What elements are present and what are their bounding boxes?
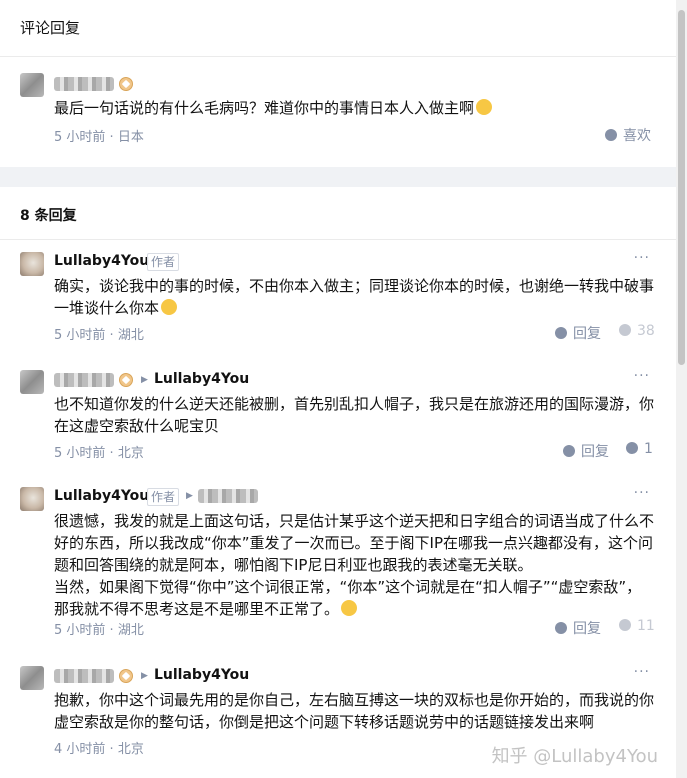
like-button[interactable]: 喜欢 [605, 125, 651, 145]
reply-button[interactable]: 回复 [563, 441, 609, 461]
heart-icon [619, 324, 631, 336]
more-icon[interactable]: ··· [634, 485, 650, 501]
comment-text: 确实，谈论我中的事的时候，不由你本入做主；同理谈论你本的时候，也谢绝一转我中破事… [54, 277, 655, 317]
comment-text: 最后一句话说的有什么毛病吗？难道你中的事情日本人入做主啊 [54, 97, 654, 119]
more-icon[interactable]: ··· [634, 250, 650, 266]
badge-icon [119, 77, 133, 91]
emoji-icon [341, 600, 358, 616]
badge-icon [119, 669, 133, 683]
reply-to-name[interactable]: Lullaby4You [154, 667, 249, 683]
comment-meta: 5 小时前 · 北京 [54, 446, 144, 461]
reply-icon [555, 327, 567, 339]
scrollbar[interactable] [676, 0, 687, 778]
reply-count: 8 条回复 [20, 208, 77, 224]
list-item: ▶ Lullaby4You ··· 也不知道你发的什么逆天还能被删，首先别乱扣人… [0, 358, 676, 468]
comment-text: 也不知道你发的什么逆天还能被删，首先别乱扣人帽子，我只是在旅游还用的国际漫游，你… [54, 395, 655, 435]
reply-icon [555, 622, 567, 634]
replies-list: 8 条回复 Lullaby4You 作者 ··· 确实，谈论我中的事的时候，不由… [0, 187, 676, 778]
list-item: Lullaby4You 作者 ··· 确实，谈论我中的事的时候，不由你本入做主；… [0, 240, 676, 350]
blurred-username[interactable] [54, 373, 114, 387]
dialog-header: 评论回复 [0, 0, 676, 57]
reply-icon [563, 445, 575, 457]
blurred-username[interactable] [198, 489, 258, 503]
reply-button[interactable]: 回复 [555, 323, 601, 343]
avatar[interactable] [20, 666, 44, 690]
watermark: 知乎 @Lullaby4You [491, 746, 658, 767]
reply-arrow-icon: ▶ [186, 491, 193, 501]
comment-meta: 5 小时前 · 湖北 [54, 623, 144, 638]
emoji-icon [161, 299, 178, 315]
avatar[interactable] [20, 252, 44, 276]
reply-arrow-icon: ▶ [141, 375, 148, 385]
comment-meta: 5 小时前 · 日本 [54, 130, 144, 145]
parent-comment: 最后一句话说的有什么毛病吗？难道你中的事情日本人入做主啊 5 小时前 · 日本 … [0, 57, 676, 167]
avatar[interactable] [20, 487, 44, 511]
reply-to-name[interactable]: Lullaby4You [154, 371, 249, 387]
author-tag: 作者 [147, 488, 180, 506]
like-button[interactable]: 11 [619, 618, 655, 634]
section-gap [0, 167, 676, 187]
laughing-emoji-icon [476, 99, 493, 115]
reply-button[interactable]: 回复 [555, 618, 601, 638]
comment-meta: 5 小时前 · 湖北 [54, 328, 144, 343]
author-tag: 作者 [147, 253, 180, 271]
author-name[interactable]: Lullaby4You [54, 253, 149, 269]
comment-text: 很遗憾，我发的就是上面这句话，只是估计某乎这个逆天把和日字组合的词语当成了什么不… [54, 512, 655, 618]
more-icon[interactable]: ··· [634, 368, 650, 384]
author-name[interactable]: Lullaby4You [54, 488, 149, 504]
list-item: Lullaby4You 作者 ▶ ··· 很遗憾，我发的就是上面这句话，只是估计… [0, 477, 676, 647]
like-button[interactable]: 1 [626, 441, 653, 457]
more-icon[interactable]: ··· [634, 664, 650, 680]
heart-icon [619, 619, 631, 631]
comment-meta: 4 小时前 · 北京 [54, 742, 144, 757]
blurred-username[interactable] [54, 77, 114, 91]
heart-icon [626, 442, 638, 454]
dialog-title: 评论回复 [20, 19, 81, 37]
reply-arrow-icon: ▶ [141, 671, 148, 681]
blurred-username[interactable] [54, 669, 114, 683]
scrollbar-thumb[interactable] [678, 10, 685, 365]
badge-icon [119, 373, 133, 387]
avatar[interactable] [20, 370, 44, 394]
like-button[interactable]: 38 [619, 323, 655, 339]
heart-icon [605, 129, 617, 141]
avatar[interactable] [20, 73, 44, 97]
comment-text: 抱歉，你中这个词最先用的是你自己，左右脑互搏这一块的双标也是你开始的，而我说的你… [54, 691, 655, 731]
